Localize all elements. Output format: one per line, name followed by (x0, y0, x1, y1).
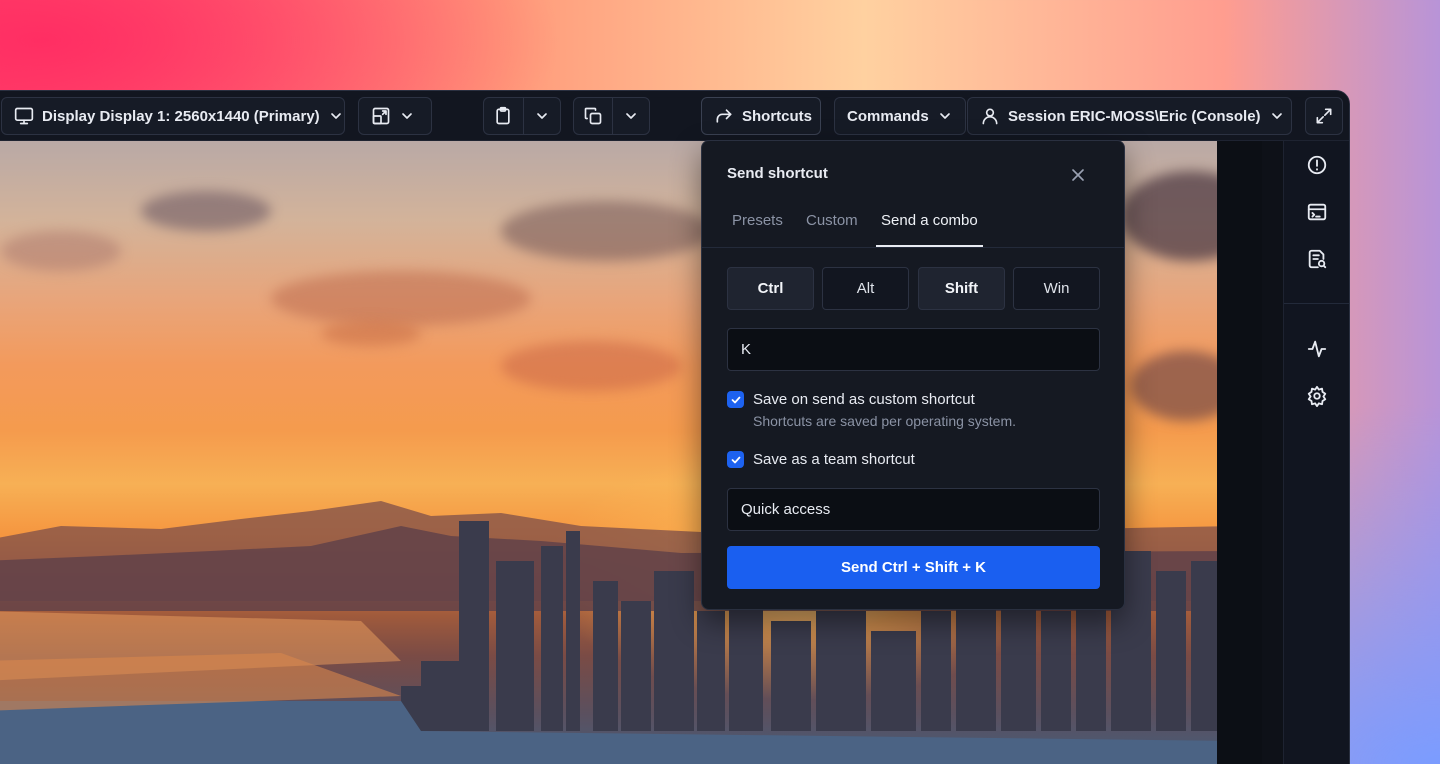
display-select[interactable]: Display Display 1: 2560x1440 (Primary) (1, 97, 345, 135)
clipboard-icon (496, 106, 511, 125)
modifier-shift[interactable]: Shift (918, 267, 1005, 310)
terminal-button[interactable] (1306, 201, 1330, 225)
scale-mode-select[interactable] (358, 97, 432, 135)
tab-send-a-combo[interactable]: Send a combo (881, 212, 978, 229)
save-team-checkbox[interactable] (727, 451, 744, 468)
chevron-down-icon (330, 113, 341, 119)
active-tab-indicator (876, 245, 983, 247)
clipboard-button[interactable] (484, 98, 523, 134)
alerts-button[interactable] (1306, 154, 1330, 178)
tab-custom[interactable]: Custom (806, 212, 858, 229)
save-custom-checkbox[interactable] (727, 391, 744, 408)
send-combo-button[interactable]: Send Ctrl + Shift + K (727, 546, 1100, 589)
maximize-icon (1316, 108, 1332, 124)
scale-window-icon (372, 107, 390, 125)
gear-icon (1307, 385, 1327, 407)
popover-title: Send shortcut (727, 165, 828, 182)
save-custom-hint: Shortcuts are saved per operating system… (753, 413, 1017, 429)
tab-presets[interactable]: Presets (732, 212, 783, 229)
session-toolbar: Display Display 1: 2560x1440 (Primary) S… (0, 91, 1349, 141)
chevron-down-icon (939, 113, 950, 119)
session-label: Session ERIC-MOSS\Eric (Console) (1008, 107, 1261, 125)
share-forward-icon (716, 109, 732, 123)
modifier-win[interactable]: Win (1013, 267, 1100, 310)
activity-button[interactable] (1306, 338, 1330, 362)
copy-icon (584, 107, 602, 125)
shortcuts-button[interactable]: Shortcuts (701, 97, 821, 135)
session-select[interactable]: Session ERIC-MOSS\Eric (Console) (967, 97, 1292, 135)
copy-group (573, 97, 650, 135)
close-icon (1072, 169, 1084, 181)
key-input[interactable]: K (727, 328, 1100, 371)
chevron-down-icon (402, 113, 412, 119)
chevron-down-icon (537, 113, 547, 119)
send-shortcut-popover: Send shortcut Presets Custom Send a comb… (701, 140, 1125, 610)
fullscreen-button[interactable] (1305, 97, 1343, 135)
clipboard-menu-button[interactable] (522, 98, 560, 134)
commands-label: Commands (847, 107, 929, 125)
remote-session-window: Display Display 1: 2560x1440 (Primary) S… (0, 90, 1350, 764)
chevron-down-icon (1271, 113, 1282, 119)
monitor-icon (14, 107, 34, 125)
save-custom-label: Save on send as custom shortcut (753, 391, 975, 408)
right-sidebar (1283, 141, 1349, 764)
activity-icon (1307, 340, 1327, 358)
shortcuts-label: Shortcuts (742, 107, 813, 125)
save-team-label: Save as a team shortcut (753, 451, 915, 468)
user-icon (982, 108, 998, 125)
clipboard-group (483, 97, 561, 135)
settings-button[interactable] (1306, 385, 1330, 409)
close-button[interactable] (1068, 165, 1088, 185)
terminal-icon (1307, 203, 1327, 221)
checkmark-icon (731, 456, 740, 463)
checkmark-icon (731, 396, 740, 403)
file-search-icon (1308, 249, 1327, 269)
popover-tabs: Presets Custom Send a combo (702, 201, 1124, 248)
chevron-down-icon (626, 113, 636, 119)
alert-circle-icon (1307, 155, 1327, 175)
commands-select[interactable]: Commands (834, 97, 966, 135)
shortcut-name-input[interactable]: Quick access (727, 488, 1100, 531)
copy-button[interactable] (574, 98, 612, 134)
modifier-ctrl[interactable]: Ctrl (727, 267, 814, 310)
file-search-button[interactable] (1306, 248, 1330, 272)
copy-menu-button[interactable] (611, 98, 649, 134)
screen-gutter (1217, 141, 1262, 764)
modifier-alt[interactable]: Alt (822, 267, 909, 310)
sidebar-divider (1284, 303, 1349, 304)
display-label: Display Display 1: 2560x1440 (Primary) (42, 107, 320, 125)
